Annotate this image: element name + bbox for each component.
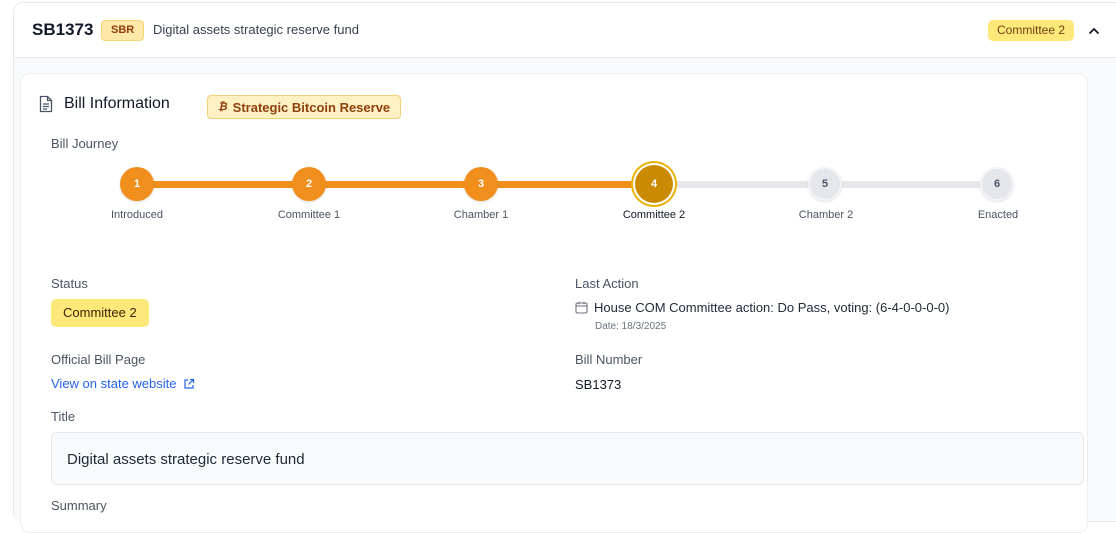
- state-website-link-label: View on state website: [51, 376, 177, 391]
- journey-step-label: Chamber 1: [453, 209, 509, 221]
- last-action-label: Last Action: [575, 276, 639, 291]
- title-box: Digital assets strategic reserve fund: [51, 432, 1084, 485]
- title-label: Title: [51, 409, 76, 424]
- journey-label: Bill Journey: [51, 136, 119, 151]
- section-header: Bill Information: [38, 95, 170, 113]
- last-action: House COM Committee action: Do Pass, vot…: [575, 300, 949, 315]
- journey-step-3: 3: [464, 167, 498, 201]
- document-icon: [39, 95, 53, 113]
- status-label: Status: [51, 276, 88, 291]
- topic-badge: ₿ Strategic Bitcoin Reserve: [207, 95, 402, 119]
- external-link-icon: [183, 378, 194, 389]
- journey-step-label: Enacted: [977, 209, 1019, 221]
- section-title: Bill Information: [64, 95, 170, 112]
- chevron-up-icon: [1089, 28, 1099, 34]
- bill-header[interactable]: SB1373 SBR Digital assets strategic rese…: [14, 3, 1116, 58]
- status-pill: Committee 2: [988, 20, 1075, 41]
- bill-description: Digital assets strategic reserve fund: [153, 22, 359, 37]
- title-value: Digital assets strategic reserve fund: [67, 451, 305, 468]
- calendar-icon: [575, 301, 588, 314]
- collapse-button[interactable]: [1082, 19, 1106, 43]
- journey-step-1: 1: [120, 167, 154, 201]
- category-badge: SBR: [101, 20, 145, 41]
- journey-progress-track: [137, 181, 654, 188]
- status-badge: Committee 2: [51, 299, 149, 327]
- bitcoin-icon: ₿: [218, 101, 228, 113]
- bill-number-value: SB1373: [575, 377, 622, 392]
- journey-step-label: Chamber 2: [798, 209, 854, 221]
- last-action-date: Date: 18/3/2025: [595, 321, 667, 332]
- bill-id: SB1373: [32, 20, 94, 39]
- journey-step-label: Introduced: [111, 209, 163, 221]
- state-website-link[interactable]: View on state website: [51, 376, 195, 391]
- topic-badge-label: Strategic Bitcoin Reserve: [232, 99, 391, 115]
- journey-step-2: 2: [292, 167, 326, 201]
- journey-step-4: 4: [635, 165, 673, 203]
- bill-number-label: Bill Number: [575, 352, 643, 367]
- journey-step-6: 6: [980, 167, 1014, 201]
- journey-step-label: Committee 1: [277, 209, 341, 221]
- journey-step-5: 5: [808, 167, 842, 201]
- last-action-text: House COM Committee action: Do Pass, vot…: [594, 300, 950, 315]
- journey-step-label-current: Committee 2: [622, 209, 686, 221]
- official-page-label: Official Bill Page: [51, 352, 146, 367]
